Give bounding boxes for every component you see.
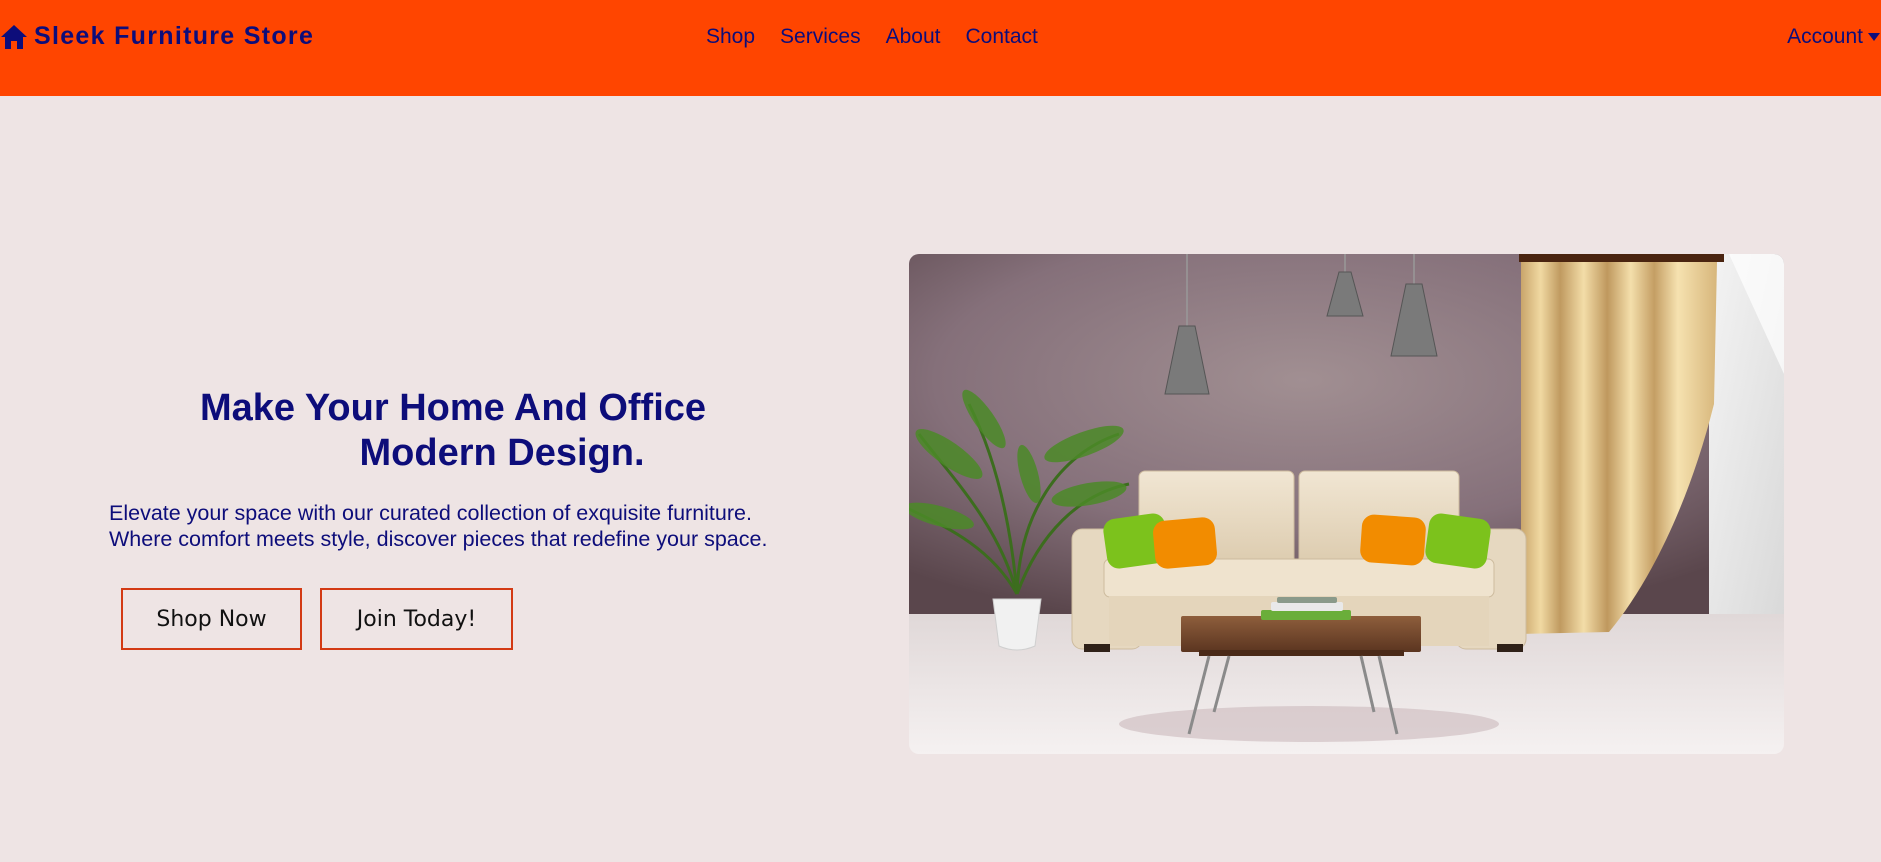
nav-contact-link[interactable]: Contact bbox=[965, 25, 1037, 49]
shop-now-button[interactable]: Shop Now bbox=[121, 588, 302, 650]
main-nav: Shop Services About Contact bbox=[706, 25, 1038, 49]
home-icon bbox=[1, 24, 27, 49]
nav-shop-link[interactable]: Shop bbox=[706, 25, 755, 49]
top-navbar: Sleek Furniture Store Shop Services Abou… bbox=[0, 0, 1881, 96]
hero-description: Elevate your space with our curated coll… bbox=[109, 500, 829, 552]
hero-title-line1: Make Your Home And Office bbox=[199, 387, 707, 429]
hero-title: Make Your Home And Office Modern Design. bbox=[108, 386, 798, 476]
caret-down-icon bbox=[1868, 33, 1880, 41]
brand-logo-link[interactable]: Sleek Furniture Store bbox=[0, 22, 314, 51]
hero-living-room-image bbox=[909, 254, 1784, 754]
brand-title: Sleek Furniture Store bbox=[34, 22, 315, 50]
hero-description-line2: Where comfort meets style, discover piec… bbox=[109, 527, 768, 551]
hero-title-line2: Modern Design. bbox=[359, 432, 645, 474]
account-dropdown[interactable]: Account bbox=[1787, 25, 1881, 49]
hero-description-line1: Elevate your space with our curated coll… bbox=[109, 501, 752, 525]
join-today-button[interactable]: Join Today! bbox=[320, 588, 513, 650]
account-label: Account bbox=[1787, 25, 1863, 48]
nav-about-link[interactable]: About bbox=[886, 25, 941, 49]
nav-services-link[interactable]: Services bbox=[780, 25, 861, 49]
